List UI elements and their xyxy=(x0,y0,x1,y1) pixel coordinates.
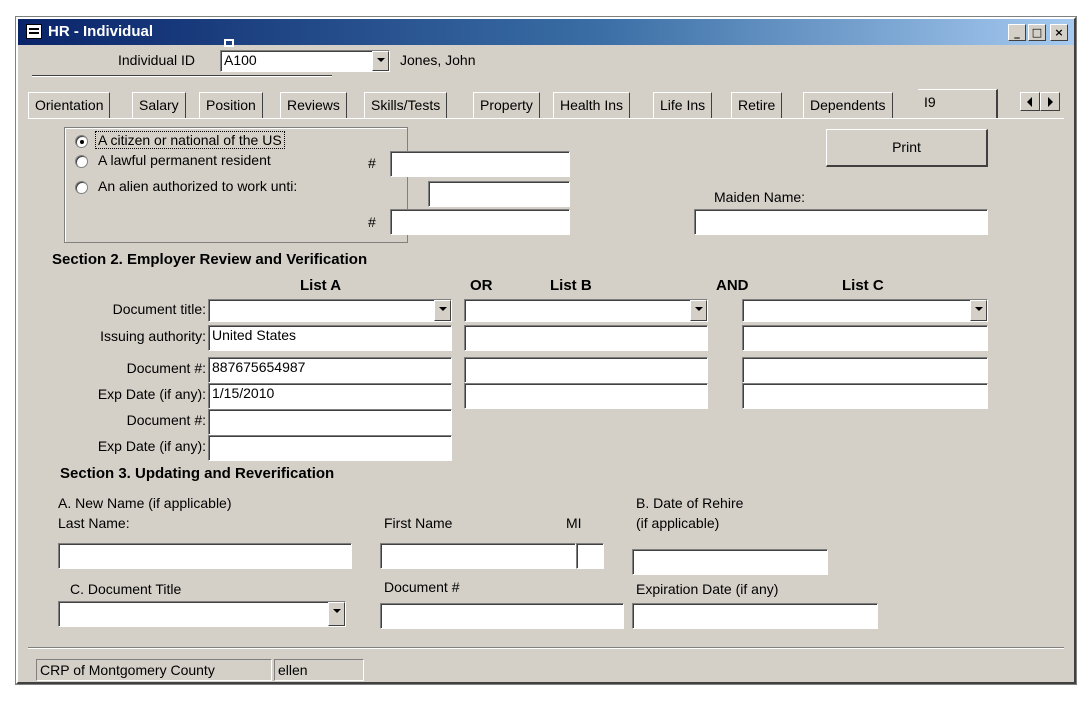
document-title-label: Document title: xyxy=(112,301,206,317)
date-of-rehire-label: B. Date of Rehire xyxy=(636,495,744,511)
list-b-exp-date-field[interactable] xyxy=(464,383,708,409)
first-name-label: First Name xyxy=(384,515,453,531)
alien-number-hash-label: # xyxy=(368,214,376,230)
list-a-document-number-2-field[interactable] xyxy=(208,409,452,435)
list-a-issuing-authority-field[interactable]: United States xyxy=(208,325,452,351)
maiden-name-label: Maiden Name: xyxy=(714,189,806,205)
exp-date-2-label: Exp Date (if any): xyxy=(97,438,206,454)
last-name-field[interactable] xyxy=(58,543,352,569)
list-c-issuing-authority-field[interactable] xyxy=(742,325,988,351)
exp-date-label: Exp Date (if any): xyxy=(97,386,206,402)
or-label: OR xyxy=(470,277,493,294)
chevron-down-icon[interactable] xyxy=(690,300,707,321)
chevron-down-icon[interactable] xyxy=(372,51,389,71)
hr-individual-window: HR - Individual _ □ × Individual ID A100… xyxy=(16,17,1076,684)
radio-permanent-resident[interactable] xyxy=(75,155,88,168)
header-divider xyxy=(32,75,332,77)
list-c-document-title-select[interactable] xyxy=(742,299,988,322)
section-3-document-title-select[interactable] xyxy=(58,601,346,627)
tab-page-bottom-edge xyxy=(28,647,1064,649)
title-bar[interactable]: HR - Individual _ □ × xyxy=(18,19,1074,47)
list-b-issuing-authority-field[interactable] xyxy=(464,325,708,351)
tab-position[interactable]: Position xyxy=(199,92,263,118)
radio-alien-authorized-label[interactable]: An alien authorized to work unti: xyxy=(98,178,297,194)
section-3-title: Section 3. Updating and Reverification xyxy=(60,465,335,482)
tab-property[interactable]: Property xyxy=(473,92,540,118)
tab-reviews[interactable]: Reviews xyxy=(280,92,347,118)
new-name-label: A. New Name (if applicable) xyxy=(58,495,232,511)
date-of-rehire-sub-label: (if applicable) xyxy=(636,515,720,531)
tab-scroll-right-button[interactable] xyxy=(1040,92,1060,111)
tab-life-ins[interactable]: Life Ins xyxy=(653,92,713,118)
arrow-left-icon xyxy=(1027,97,1032,107)
tab-i9[interactable]: I9 xyxy=(918,89,998,119)
work-authorized-until-field[interactable] xyxy=(428,181,570,207)
list-b-document-number-field[interactable] xyxy=(464,357,708,383)
and-label: AND xyxy=(716,277,749,294)
last-name-label: Last Name: xyxy=(58,515,130,531)
list-b-document-title-select[interactable] xyxy=(464,299,708,322)
mi-label: MI xyxy=(566,515,582,531)
chevron-down-icon[interactable] xyxy=(328,602,345,626)
individual-id-label: Individual ID xyxy=(118,52,196,68)
radio-citizen-label[interactable]: A citizen or national of the US xyxy=(95,131,285,149)
status-organization: CRP of Montgomery County xyxy=(36,659,272,681)
issuing-authority-label: Issuing authority: xyxy=(100,328,206,344)
form-icon[interactable] xyxy=(26,24,42,39)
list-c-exp-date-field[interactable] xyxy=(742,383,988,409)
list-b-heading: List B xyxy=(550,277,592,294)
print-button[interactable]: Print xyxy=(826,129,988,167)
arrow-right-icon xyxy=(1048,97,1053,107)
list-a-document-title-select[interactable] xyxy=(208,299,452,322)
alien-number-field[interactable] xyxy=(390,209,570,235)
section-2-title: Section 2. Employer Review and Verificat… xyxy=(52,251,368,268)
minimize-button[interactable]: _ xyxy=(1008,24,1026,41)
middle-initial-field[interactable] xyxy=(576,543,604,569)
document-number-2-label: Document #: xyxy=(126,412,206,428)
radio-alien-authorized[interactable] xyxy=(75,181,88,194)
chevron-down-icon[interactable] xyxy=(970,300,987,321)
radio-permanent-resident-label[interactable]: A lawful permanent resident xyxy=(98,152,271,168)
list-a-exp-date-2-field[interactable] xyxy=(208,435,452,461)
radio-citizen[interactable] xyxy=(75,135,88,148)
tab-salary[interactable]: Salary xyxy=(132,92,186,118)
list-c-heading: List C xyxy=(842,277,884,294)
close-button[interactable]: × xyxy=(1050,24,1068,41)
individual-name: Jones, John xyxy=(400,52,476,68)
chevron-down-icon[interactable] xyxy=(434,300,451,321)
date-of-rehire-field[interactable] xyxy=(632,549,828,575)
window-title: HR - Individual xyxy=(48,23,153,40)
list-a-heading: List A xyxy=(300,277,342,294)
tab-health-ins[interactable]: Health Ins xyxy=(553,92,631,118)
document-title-label-c: C. Document Title xyxy=(70,581,182,597)
individual-id-value: A100 xyxy=(224,52,257,68)
section-3-document-number-field[interactable] xyxy=(380,603,624,629)
expiration-date-label-c: Expiration Date (if any) xyxy=(636,581,779,597)
list-a-document-number-field[interactable]: 887675654987 xyxy=(208,357,452,383)
maiden-name-field[interactable] xyxy=(694,209,988,235)
resident-number-field[interactable] xyxy=(390,151,570,177)
list-c-document-number-field[interactable] xyxy=(742,357,988,383)
individual-id-combo[interactable]: A100 xyxy=(220,50,390,72)
tab-scroll-left-button[interactable] xyxy=(1020,92,1040,111)
section-3-expiration-date-field[interactable] xyxy=(632,603,878,629)
maximize-button[interactable]: □ xyxy=(1028,24,1046,41)
document-number-label: Document #: xyxy=(126,360,206,376)
tab-dependents[interactable]: Dependents xyxy=(803,92,893,118)
status-user: ellen xyxy=(274,659,364,681)
list-a-exp-date-field[interactable]: 1/15/2010 xyxy=(208,383,452,409)
tab-retire[interactable]: Retire xyxy=(731,92,783,118)
first-name-field[interactable] xyxy=(380,543,576,569)
tab-orientation[interactable]: Orientation xyxy=(28,92,111,118)
document-number-label-c: Document # xyxy=(384,579,460,595)
tab-skills-tests[interactable]: Skills/Tests xyxy=(364,92,448,118)
resize-marker-icon xyxy=(224,39,234,47)
resident-number-hash-label: # xyxy=(368,155,376,171)
tab-page-top-edge xyxy=(28,118,1064,119)
